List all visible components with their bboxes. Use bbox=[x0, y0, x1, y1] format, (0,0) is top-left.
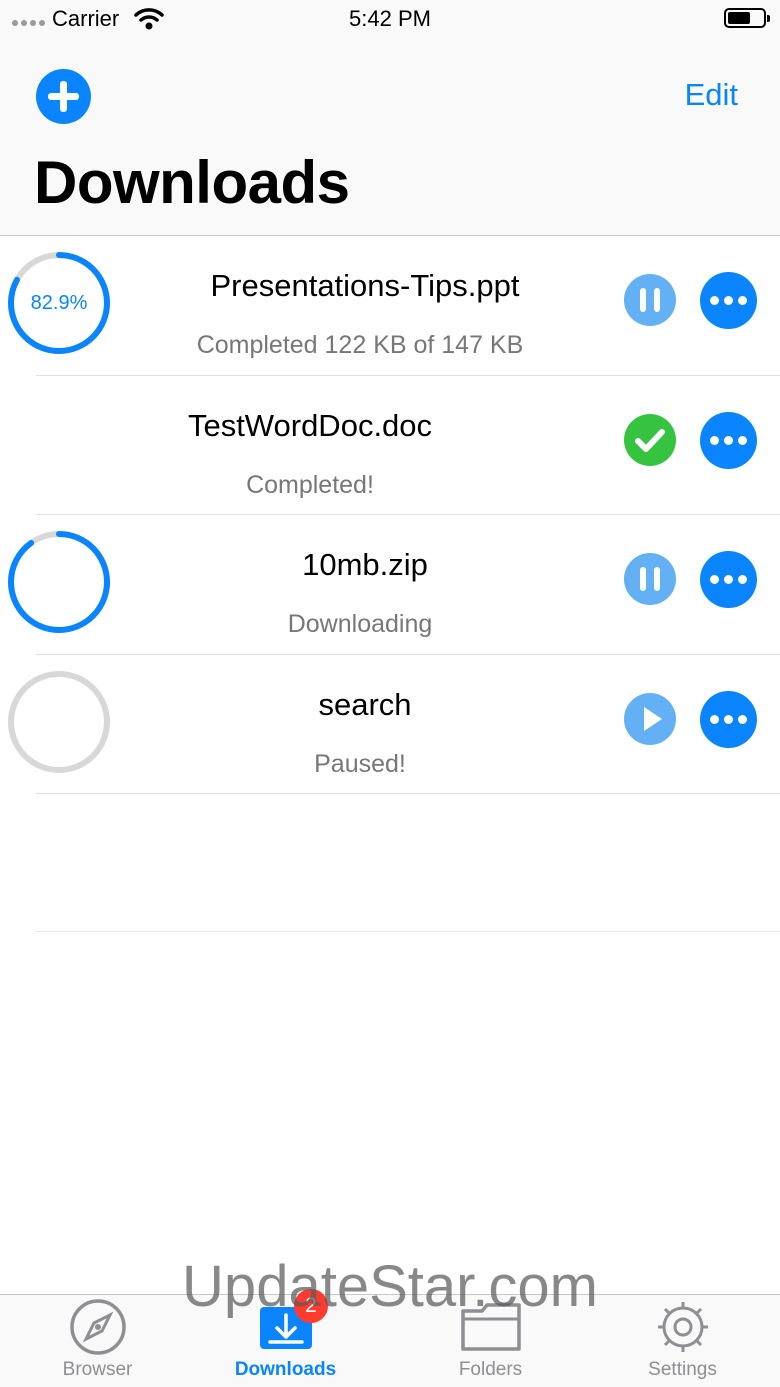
tab-bar: Browser 2 Downloads Folders Settings bbox=[0, 1289, 780, 1387]
folder-icon bbox=[393, 1297, 588, 1357]
tab-label: Folders bbox=[458, 1359, 523, 1380]
checkmark-icon bbox=[635, 428, 665, 452]
tab-downloads[interactable]: 2 Downloads bbox=[188, 1289, 383, 1387]
more-button[interactable] bbox=[700, 272, 757, 329]
file-status: Completed! bbox=[246, 470, 374, 499]
gear-icon bbox=[585, 1297, 780, 1357]
add-download-button[interactable] bbox=[36, 69, 91, 124]
clock-time: 5:42 PM bbox=[349, 6, 431, 31]
play-icon bbox=[644, 706, 662, 731]
resume-button[interactable] bbox=[624, 692, 676, 745]
download-row[interactable]: 10mb.zip Downloading bbox=[0, 515, 780, 655]
edit-button[interactable]: Edit bbox=[685, 77, 738, 113]
file-name: 10mb.zip bbox=[302, 547, 428, 582]
pause-button[interactable] bbox=[624, 553, 676, 605]
divider bbox=[36, 793, 780, 794]
file-status: Completed 122 KB of 147 KB bbox=[196, 331, 524, 359]
tab-label: Browser bbox=[62, 1359, 133, 1380]
status-bar: Carrier 5:42 PM bbox=[0, 0, 780, 40]
download-tray-icon bbox=[188, 1297, 383, 1357]
download-row[interactable]: search Paused! bbox=[0, 655, 780, 794]
download-row[interactable]: TestWordDoc.doc Completed! bbox=[0, 376, 780, 515]
tab-label: Settings bbox=[648, 1359, 717, 1380]
pause-button[interactable] bbox=[624, 274, 676, 326]
file-name: search bbox=[318, 686, 412, 722]
file-name: Presentations-Tips.ppt bbox=[210, 268, 520, 303]
battery-icon bbox=[724, 8, 770, 28]
empty-row-divider bbox=[36, 931, 780, 932]
more-button[interactable] bbox=[700, 411, 757, 469]
tab-settings[interactable]: Settings bbox=[585, 1295, 780, 1387]
page-title: Downloads bbox=[34, 149, 350, 216]
file-status: Paused! bbox=[314, 749, 406, 778]
more-button[interactable] bbox=[700, 690, 757, 748]
tab-browser[interactable]: Browser bbox=[0, 1295, 195, 1387]
file-name: TestWordDoc.doc bbox=[187, 407, 433, 443]
compass-icon bbox=[0, 1297, 195, 1357]
notification-badge: 2 bbox=[294, 1289, 328, 1323]
download-row[interactable]: 82.9% Presentations-Tips.ppt Completed 1… bbox=[0, 236, 780, 376]
file-status: Downloading bbox=[287, 610, 433, 638]
tab-label: Downloads bbox=[234, 1359, 337, 1380]
navigation-bar: Edit Downloads bbox=[0, 40, 780, 236]
completed-button[interactable] bbox=[624, 413, 676, 466]
more-button[interactable] bbox=[700, 551, 757, 608]
downloads-list: 82.9% Presentations-Tips.ppt Completed 1… bbox=[0, 236, 780, 794]
tab-folders[interactable]: Folders bbox=[393, 1295, 588, 1387]
